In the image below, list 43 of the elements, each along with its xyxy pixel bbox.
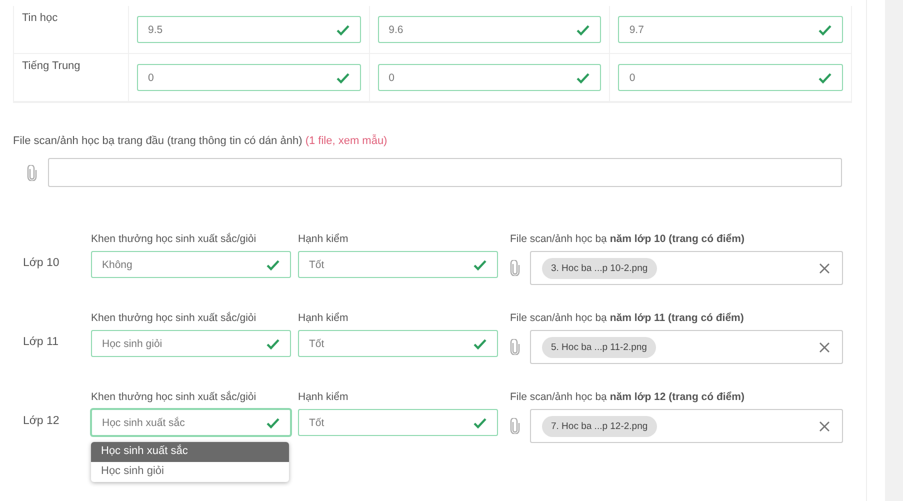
subject-label: Tiếng Trung bbox=[22, 60, 82, 72]
file-label: File scan/ảnh học bạ năm lớp 12 (trang có điểm) bbox=[510, 391, 746, 403]
file-input[interactable]: 3. Hoc ba ...p 10-2.png bbox=[530, 251, 843, 285]
conduct-select[interactable]: Tốt bbox=[298, 330, 498, 357]
conduct-select[interactable]: Tốt bbox=[298, 251, 498, 278]
score-field[interactable]: 9.5 bbox=[137, 16, 361, 43]
award-select[interactable]: Học sinh giỏi bbox=[91, 330, 291, 357]
file-input[interactable] bbox=[48, 158, 842, 187]
file-input[interactable]: 5. Hoc ba ...p 11-2.png bbox=[530, 330, 843, 364]
subject-label: Tin học bbox=[22, 12, 59, 24]
close-icon[interactable] bbox=[819, 262, 830, 274]
file-label: File scan/ảnh học bạ năm lớp 11 (trang có điểm) bbox=[510, 312, 745, 324]
close-icon[interactable] bbox=[819, 342, 830, 352]
file-input[interactable]: 7. Hoc ba ...p 12-2.png bbox=[530, 409, 843, 443]
score-field[interactable]: 0 bbox=[378, 64, 602, 91]
file-chip: 5. Hoc ba ...p 11-2.png bbox=[542, 336, 656, 358]
field-label: Hạnh kiểm bbox=[298, 312, 350, 324]
class-label: Lớp 11 bbox=[22, 336, 60, 348]
conduct-select[interactable]: Tốt bbox=[298, 409, 498, 436]
class-label: Lớp 10 bbox=[22, 257, 60, 269]
field-label: Khen thưởng học sinh xuất sắc/giỏi bbox=[91, 312, 258, 324]
class-label: Lớp 12 bbox=[22, 415, 60, 427]
file-label: File scan/ảnh học bạ năm lớp 10 (trang có điểm) bbox=[510, 233, 746, 245]
file-chip: 7. Hoc ba ...p 12-2.png bbox=[542, 416, 657, 436]
dropdown-option[interactable]: Học sinh xuất sắc bbox=[91, 442, 289, 462]
paperclip-icon[interactable] bbox=[510, 339, 520, 355]
paperclip-icon[interactable] bbox=[510, 260, 520, 276]
dropdown-option[interactable]: Học sinh giỏi bbox=[91, 462, 289, 482]
paperclip-icon[interactable] bbox=[27, 164, 37, 180]
score-field[interactable]: 0 bbox=[618, 64, 843, 91]
file-chip: 3. Hoc ba ...p 10-2.png bbox=[542, 258, 657, 278]
field-label: Khen thưởng học sinh xuất sắc/giỏi bbox=[91, 233, 258, 245]
award-select[interactable]: Không bbox=[91, 251, 291, 278]
paperclip-icon[interactable] bbox=[510, 418, 520, 434]
field-label: Hạnh kiểm bbox=[298, 391, 350, 403]
field-label: Khen thưởng học sinh xuất sắc/giỏi bbox=[91, 391, 258, 403]
award-select[interactable]: Học sinh xuất sắc bbox=[91, 409, 291, 436]
close-icon[interactable] bbox=[819, 420, 830, 432]
field-label: Hạnh kiểm bbox=[298, 233, 350, 245]
score-field[interactable]: 0 bbox=[137, 64, 361, 91]
score-field[interactable]: 9.7 bbox=[618, 16, 843, 43]
file-label: File scan/ảnh học bạ trang đầu (trang thông tin có dán ảnh) (1 file, xem mẫu) bbox=[13, 135, 388, 147]
score-field[interactable]: 9.6 bbox=[378, 16, 602, 43]
